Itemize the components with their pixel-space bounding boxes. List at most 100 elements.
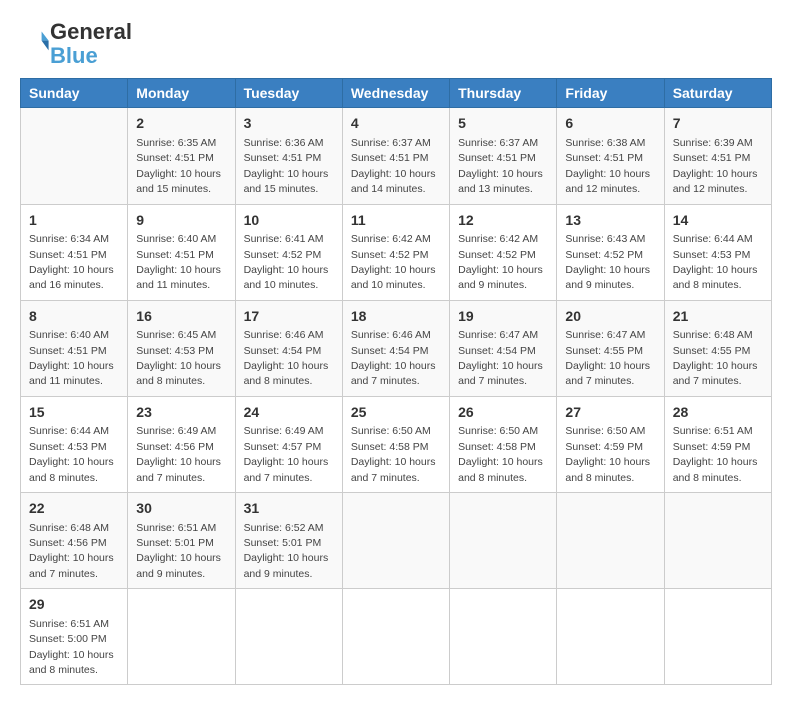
day-info: Sunrise: 6:43 AMSunset: 4:52 PMDaylight:… bbox=[565, 233, 650, 291]
day-info: Sunrise: 6:50 AMSunset: 4:58 PMDaylight:… bbox=[458, 425, 543, 483]
day-info: Sunrise: 6:36 AMSunset: 4:51 PMDaylight:… bbox=[244, 137, 329, 195]
day-info: Sunrise: 6:51 AMSunset: 5:00 PMDaylight:… bbox=[29, 618, 114, 676]
day-info: Sunrise: 6:46 AMSunset: 4:54 PMDaylight:… bbox=[351, 329, 436, 387]
day-number: 13 bbox=[565, 211, 655, 231]
calendar-cell: 7 Sunrise: 6:39 AMSunset: 4:51 PMDaylight… bbox=[664, 108, 771, 204]
calendar-cell bbox=[342, 589, 449, 685]
calendar-cell bbox=[128, 589, 235, 685]
day-number: 6 bbox=[565, 114, 655, 134]
calendar-cell bbox=[664, 589, 771, 685]
day-number: 22 bbox=[29, 499, 119, 519]
calendar-cell: 5Sunrise: 6:37 AMSunset: 4:51 PMDaylight… bbox=[450, 108, 557, 204]
calendar-cell: 20Sunrise: 6:47 AMSunset: 4:55 PMDayligh… bbox=[557, 300, 664, 396]
day-info: Sunrise: 6:37 AMSunset: 4:51 PMDaylight:… bbox=[351, 137, 436, 195]
day-number: 10 bbox=[244, 211, 334, 231]
day-number: 3 bbox=[244, 114, 334, 134]
calendar-cell: 28Sunrise: 6:51 AMSunset: 4:59 PMDayligh… bbox=[664, 396, 771, 492]
calendar-table: SundayMondayTuesdayWednesdayThursdayFrid… bbox=[20, 78, 772, 685]
column-header-monday: Monday bbox=[128, 79, 235, 108]
day-number: 8 bbox=[29, 307, 119, 327]
day-info: Sunrise: 6:39 AMSunset: 4:51 PMDaylight:… bbox=[673, 137, 758, 195]
column-header-friday: Friday bbox=[557, 79, 664, 108]
day-info: Sunrise: 6:34 AMSunset: 4:51 PMDaylight:… bbox=[29, 233, 114, 291]
day-number: 7 bbox=[673, 114, 763, 134]
day-number: 16 bbox=[136, 307, 226, 327]
calendar-cell: 19Sunrise: 6:47 AMSunset: 4:54 PMDayligh… bbox=[450, 300, 557, 396]
day-number: 11 bbox=[351, 211, 441, 231]
day-number: 5 bbox=[458, 114, 548, 134]
day-number: 1 bbox=[29, 211, 119, 231]
day-number: 19 bbox=[458, 307, 548, 327]
calendar-cell: 26Sunrise: 6:50 AMSunset: 4:58 PMDayligh… bbox=[450, 396, 557, 492]
calendar-cell bbox=[342, 493, 449, 589]
day-number: 31 bbox=[244, 499, 334, 519]
column-header-thursday: Thursday bbox=[450, 79, 557, 108]
calendar-cell: 13Sunrise: 6:43 AMSunset: 4:52 PMDayligh… bbox=[557, 204, 664, 300]
column-header-saturday: Saturday bbox=[664, 79, 771, 108]
day-number: 17 bbox=[244, 307, 334, 327]
day-info: Sunrise: 6:47 AMSunset: 4:54 PMDaylight:… bbox=[458, 329, 543, 387]
day-info: Sunrise: 6:49 AMSunset: 4:57 PMDaylight:… bbox=[244, 425, 329, 483]
calendar-cell: 27Sunrise: 6:50 AMSunset: 4:59 PMDayligh… bbox=[557, 396, 664, 492]
day-info: Sunrise: 6:46 AMSunset: 4:54 PMDaylight:… bbox=[244, 329, 329, 387]
calendar-cell: 23Sunrise: 6:49 AMSunset: 4:56 PMDayligh… bbox=[128, 396, 235, 492]
day-info: Sunrise: 6:44 AMSunset: 4:53 PMDaylight:… bbox=[29, 425, 114, 483]
day-number: 21 bbox=[673, 307, 763, 327]
day-number: 24 bbox=[244, 403, 334, 423]
column-header-wednesday: Wednesday bbox=[342, 79, 449, 108]
calendar-cell: 22 Sunrise: 6:48 AMSunset: 4:56 PMDayligh… bbox=[21, 493, 128, 589]
calendar-cell: 8Sunrise: 6:40 AMSunset: 4:51 PMDaylight… bbox=[21, 300, 128, 396]
day-info: Sunrise: 6:42 AMSunset: 4:52 PMDaylight:… bbox=[458, 233, 543, 291]
column-header-sunday: Sunday bbox=[21, 79, 128, 108]
calendar-cell: 4 Sunrise: 6:37 AMSunset: 4:51 PMDaylight… bbox=[342, 108, 449, 204]
calendar-cell: 15Sunrise: 6:44 AMSunset: 4:53 PMDayligh… bbox=[21, 396, 128, 492]
calendar-cell: 30Sunrise: 6:51 AMSunset: 5:01 PMDayligh… bbox=[128, 493, 235, 589]
calendar-cell bbox=[21, 108, 128, 204]
day-info: Sunrise: 6:49 AMSunset: 4:56 PMDaylight:… bbox=[136, 425, 221, 483]
calendar-cell: 10Sunrise: 6:41 AMSunset: 4:52 PMDayligh… bbox=[235, 204, 342, 300]
logo-text: General Blue bbox=[50, 20, 132, 68]
calendar-cell bbox=[450, 493, 557, 589]
day-number: 2 bbox=[136, 114, 226, 134]
calendar-cell: 24Sunrise: 6:49 AMSunset: 4:57 PMDayligh… bbox=[235, 396, 342, 492]
day-number: 12 bbox=[458, 211, 548, 231]
calendar-cell: 25Sunrise: 6:50 AMSunset: 4:58 PMDayligh… bbox=[342, 396, 449, 492]
day-info: Sunrise: 6:50 AMSunset: 4:58 PMDaylight:… bbox=[351, 425, 436, 483]
calendar-cell: 21Sunrise: 6:48 AMSunset: 4:55 PMDayligh… bbox=[664, 300, 771, 396]
day-info: Sunrise: 6:45 AMSunset: 4:53 PMDaylight:… bbox=[136, 329, 221, 387]
day-info: Sunrise: 6:35 AMSunset: 4:51 PMDaylight:… bbox=[136, 137, 221, 195]
day-number: 15 bbox=[29, 403, 119, 423]
day-number: 23 bbox=[136, 403, 226, 423]
calendar-cell: 9Sunrise: 6:40 AMSunset: 4:51 PMDaylight… bbox=[128, 204, 235, 300]
calendar-cell: 31 Sunrise: 6:52 AMSunset: 5:01 PMDayligh… bbox=[235, 493, 342, 589]
calendar-cell bbox=[664, 493, 771, 589]
calendar-cell: 6 Sunrise: 6:38 AMSunset: 4:51 PMDaylight… bbox=[557, 108, 664, 204]
day-info: Sunrise: 6:44 AMSunset: 4:53 PMDaylight:… bbox=[673, 233, 758, 291]
logo: General Blue bbox=[20, 20, 132, 68]
day-number: 20 bbox=[565, 307, 655, 327]
day-info: Sunrise: 6:41 AMSunset: 4:52 PMDaylight:… bbox=[244, 233, 329, 291]
day-number: 27 bbox=[565, 403, 655, 423]
calendar-cell bbox=[450, 589, 557, 685]
day-info: Sunrise: 6:40 AMSunset: 4:51 PMDaylight:… bbox=[136, 233, 221, 291]
logo-icon bbox=[22, 28, 50, 56]
calendar-cell: 11Sunrise: 6:42 AMSunset: 4:52 PMDayligh… bbox=[342, 204, 449, 300]
calendar-cell: 14Sunrise: 6:44 AMSunset: 4:53 PMDayligh… bbox=[664, 204, 771, 300]
calendar-cell bbox=[235, 589, 342, 685]
day-info: Sunrise: 6:48 AMSunset: 4:56 PMDaylight:… bbox=[29, 522, 114, 580]
day-number: 4 bbox=[351, 114, 441, 134]
day-info: Sunrise: 6:50 AMSunset: 4:59 PMDaylight:… bbox=[565, 425, 650, 483]
day-number: 28 bbox=[673, 403, 763, 423]
day-info: Sunrise: 6:51 AMSunset: 4:59 PMDaylight:… bbox=[673, 425, 758, 483]
day-info: Sunrise: 6:52 AMSunset: 5:01 PMDaylight:… bbox=[244, 522, 329, 580]
calendar-cell: 29Sunrise: 6:51 AMSunset: 5:00 PMDayligh… bbox=[21, 589, 128, 685]
day-info: Sunrise: 6:42 AMSunset: 4:52 PMDaylight:… bbox=[351, 233, 436, 291]
day-info: Sunrise: 6:47 AMSunset: 4:55 PMDaylight:… bbox=[565, 329, 650, 387]
calendar-cell: 17Sunrise: 6:46 AMSunset: 4:54 PMDayligh… bbox=[235, 300, 342, 396]
day-info: Sunrise: 6:38 AMSunset: 4:51 PMDaylight:… bbox=[565, 137, 650, 195]
day-number: 9 bbox=[136, 211, 226, 231]
day-info: Sunrise: 6:51 AMSunset: 5:01 PMDaylight:… bbox=[136, 522, 221, 580]
calendar-cell: 12Sunrise: 6:42 AMSunset: 4:52 PMDayligh… bbox=[450, 204, 557, 300]
page-header: General Blue bbox=[20, 20, 772, 68]
calendar-cell: 3 Sunrise: 6:36 AMSunset: 4:51 PMDaylight… bbox=[235, 108, 342, 204]
